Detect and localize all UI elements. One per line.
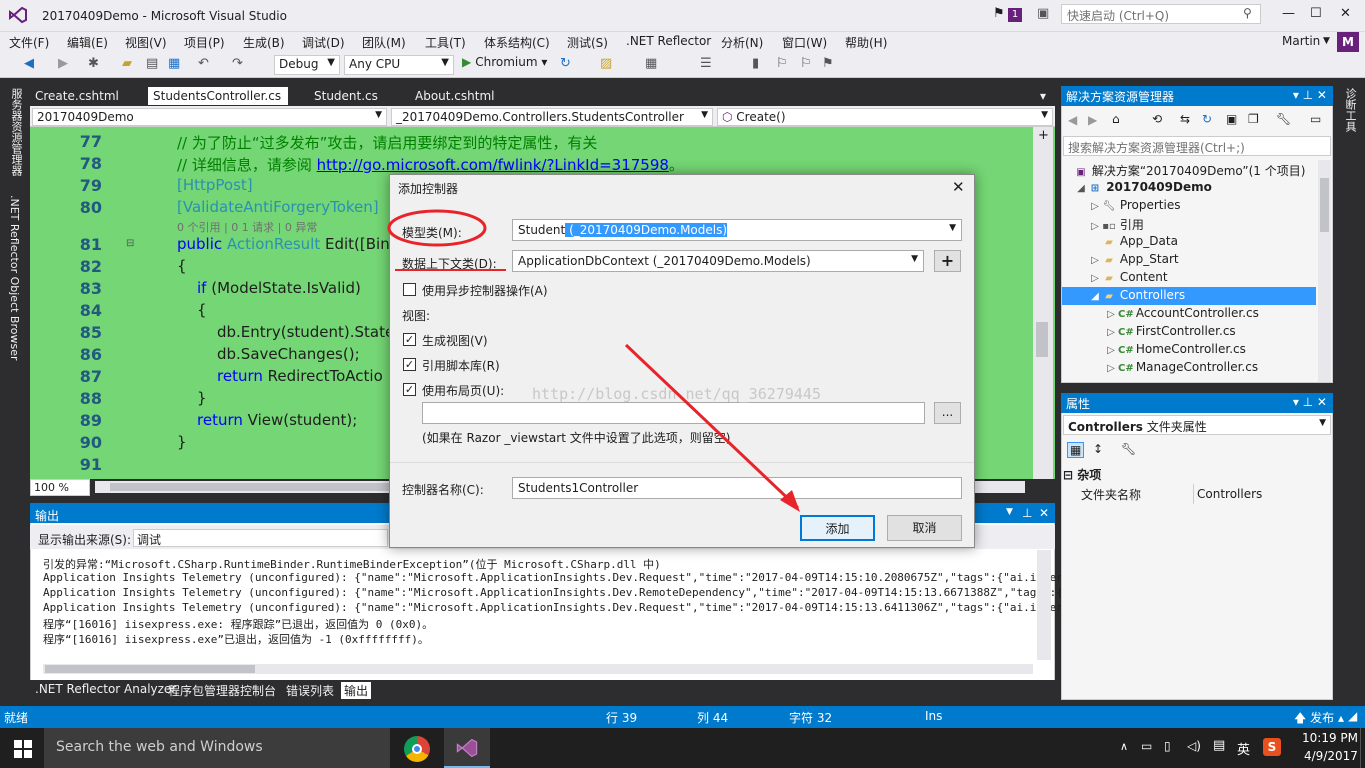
annotation-circle bbox=[387, 209, 487, 247]
annotation-arrow-line bbox=[624, 343, 800, 510]
annotation-overlay bbox=[387, 209, 800, 512]
